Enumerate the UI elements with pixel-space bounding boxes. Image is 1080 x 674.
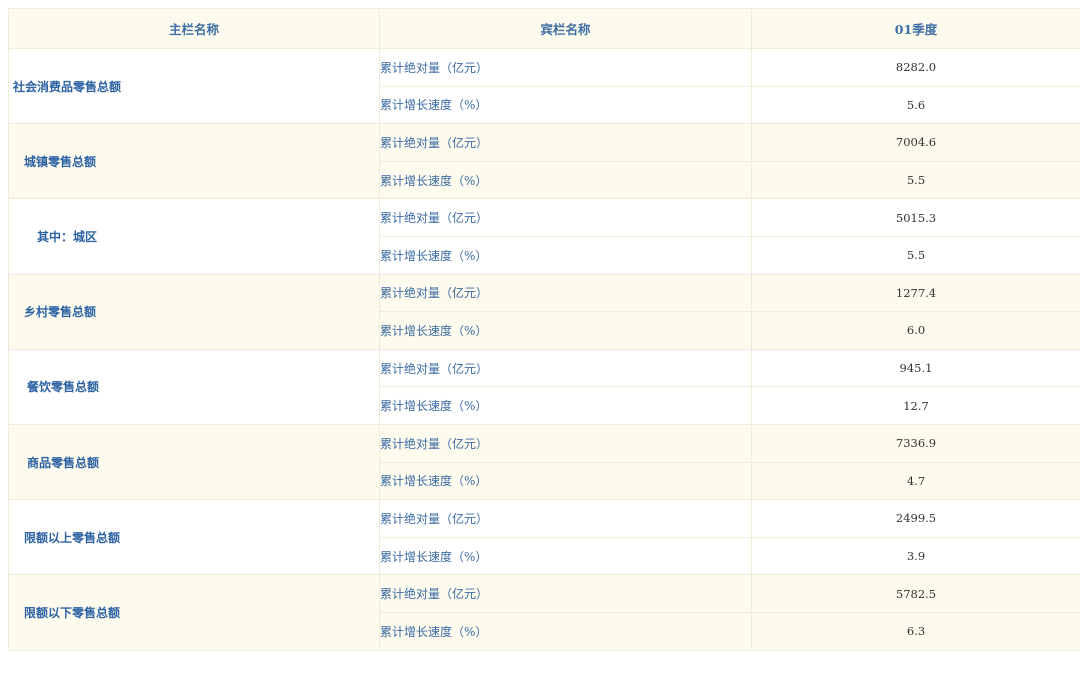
abs-label: 累计绝对量（亿元） xyxy=(379,273,752,313)
retail-sales-table: 主栏名称 宾栏名称 01季度 社会消费品零售总额 累计绝对量（亿元） 8282.… xyxy=(8,8,1080,651)
growth-value: 5.6 xyxy=(751,85,1080,125)
growth-value: 6.3 xyxy=(751,611,1080,651)
growth-label: 累计增长速度（%） xyxy=(379,235,752,275)
row-name-rural: 乡村零售总额 xyxy=(8,273,380,350)
growth-label: 累计增长速度（%） xyxy=(379,461,752,501)
table-row: 乡村零售总额 累计绝对量（亿元） 1277.4 xyxy=(8,273,1080,350)
abs-label: 累计绝对量（亿元） xyxy=(379,123,752,162)
growth-label: 累计增长速度（%） xyxy=(379,386,752,425)
growth-label: 累计增长速度（%） xyxy=(379,611,752,651)
abs-label: 累计绝对量（亿元） xyxy=(379,499,752,538)
row-name-urban: 城镇零售总额 xyxy=(8,123,380,200)
row-name-catering: 餐饮零售总额 xyxy=(8,348,380,425)
growth-label: 累计增长速度（%） xyxy=(379,536,752,576)
growth-value: 5.5 xyxy=(751,160,1080,200)
abs-value: 5015.3 xyxy=(751,198,1080,237)
table-row: 城镇零售总额 累计绝对量（亿元） 7004.6 xyxy=(8,123,1080,200)
header-quarter-column: 01季度 xyxy=(751,8,1080,49)
table-row: 餐饮零售总额 累计绝对量（亿元） 945.1 xyxy=(8,348,1080,425)
abs-value: 5782.5 xyxy=(751,574,1080,613)
growth-label: 累计增长速度（%） xyxy=(379,85,752,125)
header-main-column: 主栏名称 xyxy=(8,8,380,49)
abs-value: 1277.4 xyxy=(751,273,1080,313)
abs-value: 7004.6 xyxy=(751,123,1080,162)
row-name-goods: 商品零售总额 xyxy=(8,423,380,501)
growth-value: 5.5 xyxy=(751,235,1080,275)
row-name-above-limit: 限额以上零售总额 xyxy=(8,499,380,576)
growth-label: 累计增长速度（%） xyxy=(379,311,752,350)
abs-label: 累计绝对量（亿元） xyxy=(379,574,752,613)
growth-label: 累计增长速度（%） xyxy=(379,160,752,200)
growth-value: 3.9 xyxy=(751,536,1080,576)
growth-value: 6.0 xyxy=(751,311,1080,350)
header-guest-column: 宾栏名称 xyxy=(379,8,752,49)
table-row: 限额以下零售总额 累计绝对量（亿元） 5782.5 xyxy=(8,574,1080,651)
abs-value: 945.1 xyxy=(751,348,1080,388)
abs-value: 2499.5 xyxy=(751,499,1080,538)
statistics-table-container: 主栏名称 宾栏名称 01季度 社会消费品零售总额 累计绝对量（亿元） 8282.… xyxy=(8,8,1080,651)
growth-value: 12.7 xyxy=(751,386,1080,425)
row-name-below-limit: 限额以下零售总额 xyxy=(8,574,380,651)
row-name-total: 社会消费品零售总额 xyxy=(8,47,380,125)
abs-label: 累计绝对量（亿元） xyxy=(379,348,752,388)
row-name-city-district: 其中：城区 xyxy=(8,198,380,275)
growth-value: 4.7 xyxy=(751,461,1080,501)
table-row: 社会消费品零售总额 累计绝对量（亿元） 8282.0 xyxy=(8,47,1080,125)
abs-value: 8282.0 xyxy=(751,48,1080,87)
abs-label: 累计绝对量（亿元） xyxy=(379,423,752,463)
abs-label: 累计绝对量（亿元） xyxy=(379,48,752,87)
table-row: 限额以上零售总额 累计绝对量（亿元） 2499.5 xyxy=(8,499,1080,576)
abs-label: 累计绝对量（亿元） xyxy=(379,198,752,237)
table-row: 其中：城区 累计绝对量（亿元） 5015.3 xyxy=(8,198,1080,275)
abs-value: 7336.9 xyxy=(751,423,1080,463)
table-header-row: 主栏名称 宾栏名称 01季度 xyxy=(8,8,1080,49)
table-row: 商品零售总额 累计绝对量（亿元） 7336.9 xyxy=(8,423,1080,501)
